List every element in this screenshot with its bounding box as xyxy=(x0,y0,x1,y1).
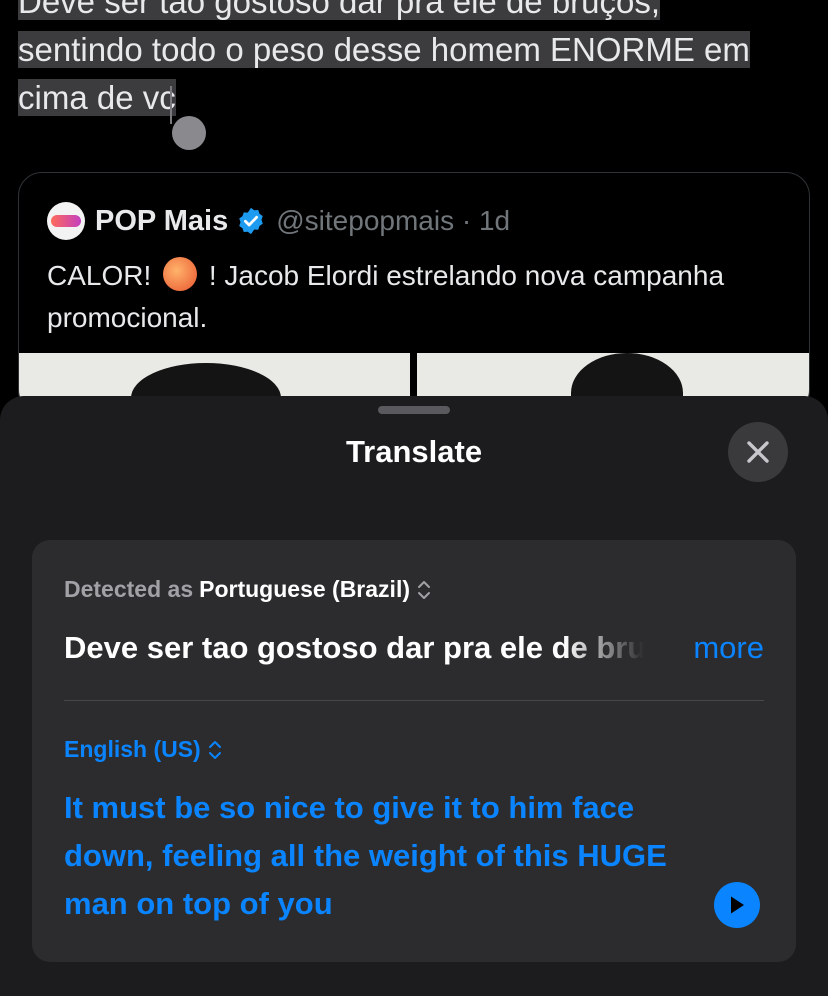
avatar[interactable] xyxy=(47,202,85,240)
quoted-post-card[interactable]: POP Mais @sitepopmais · 1d CALOR! ! Jaco… xyxy=(18,172,810,414)
source-text: Deve ser tao gostoso dar pra ele de bruç… xyxy=(64,626,644,670)
quoted-post-author-name[interactable]: POP Mais xyxy=(95,205,228,238)
play-button[interactable] xyxy=(714,882,760,928)
chevron-up-down-icon xyxy=(418,580,430,599)
divider xyxy=(64,700,764,701)
post-text-line: Deve ser tao gostoso dar pra ele de bruç… xyxy=(18,0,661,20)
selected-post-text[interactable]: Deve ser tao gostoso dar pra ele de bruç… xyxy=(18,0,818,122)
quoted-post-header: POP Mais @sitepopmais · 1d xyxy=(47,201,510,241)
hot-face-emoji-icon xyxy=(163,257,198,291)
detected-language: Portuguese (Brazil) xyxy=(199,576,410,602)
selection-handle[interactable] xyxy=(172,116,206,150)
close-icon xyxy=(747,441,769,463)
target-language: English (US) xyxy=(64,736,201,762)
post-text-line: cima de vc xyxy=(18,79,176,116)
close-button[interactable] xyxy=(728,422,788,482)
post-text-line: sentindo todo o peso desse homem ENORME … xyxy=(18,31,750,68)
play-icon xyxy=(731,896,744,914)
translation-card: Detected as Portuguese (Brazil) Deve ser… xyxy=(32,540,796,962)
source-language-selector[interactable]: Detected as Portuguese (Brazil) xyxy=(64,576,432,603)
quoted-post-text-start: CALOR! xyxy=(47,260,152,291)
translated-text: It must be so nice to give it to him fac… xyxy=(64,790,667,921)
more-button[interactable]: more xyxy=(693,626,764,670)
chevron-up-down-icon xyxy=(208,740,221,759)
detected-label: Detected as xyxy=(64,576,194,602)
selection-caret xyxy=(170,86,172,124)
translate-sheet: Translate Detected as Portuguese (Brazil… xyxy=(0,396,828,996)
sheet-title: Translate xyxy=(345,434,483,469)
sheet-grabber[interactable] xyxy=(378,406,450,414)
quoted-post-handle-time: @sitepopmais · 1d xyxy=(276,205,511,236)
quoted-post-text: CALOR! ! Jacob Elordi estrelando nova ca… xyxy=(47,255,767,339)
target-language-selector[interactable]: English (US) xyxy=(64,736,223,763)
verified-badge-icon xyxy=(239,207,263,235)
